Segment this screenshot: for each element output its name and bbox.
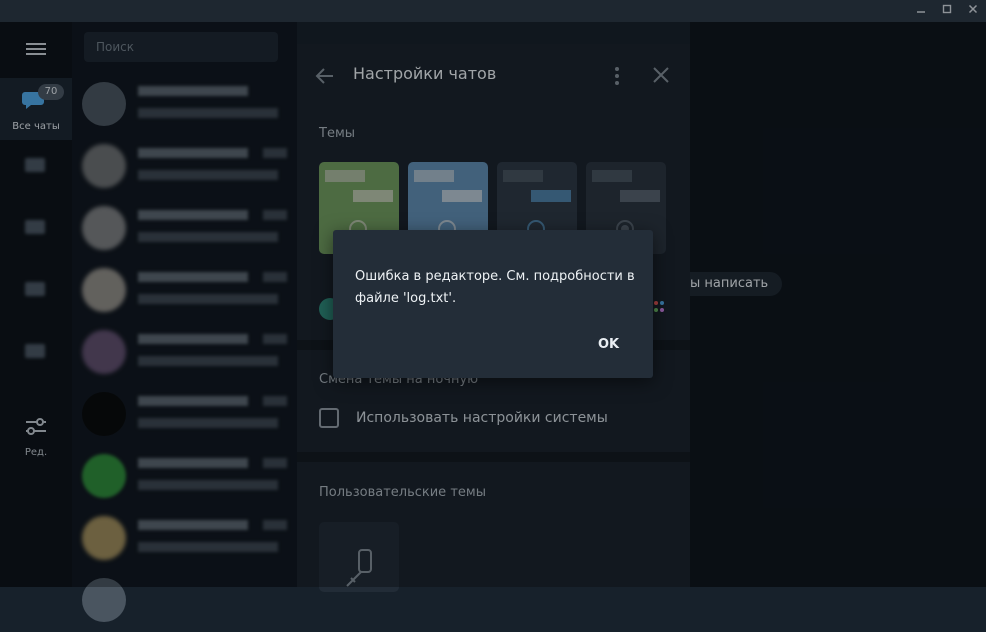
error-dialog: Ошибка в редакторе. См. подробности в фа… bbox=[333, 230, 653, 378]
error-message: Ошибка в редакторе. См. подробности в фа… bbox=[355, 269, 635, 306]
ok-button[interactable]: OK bbox=[598, 337, 619, 352]
